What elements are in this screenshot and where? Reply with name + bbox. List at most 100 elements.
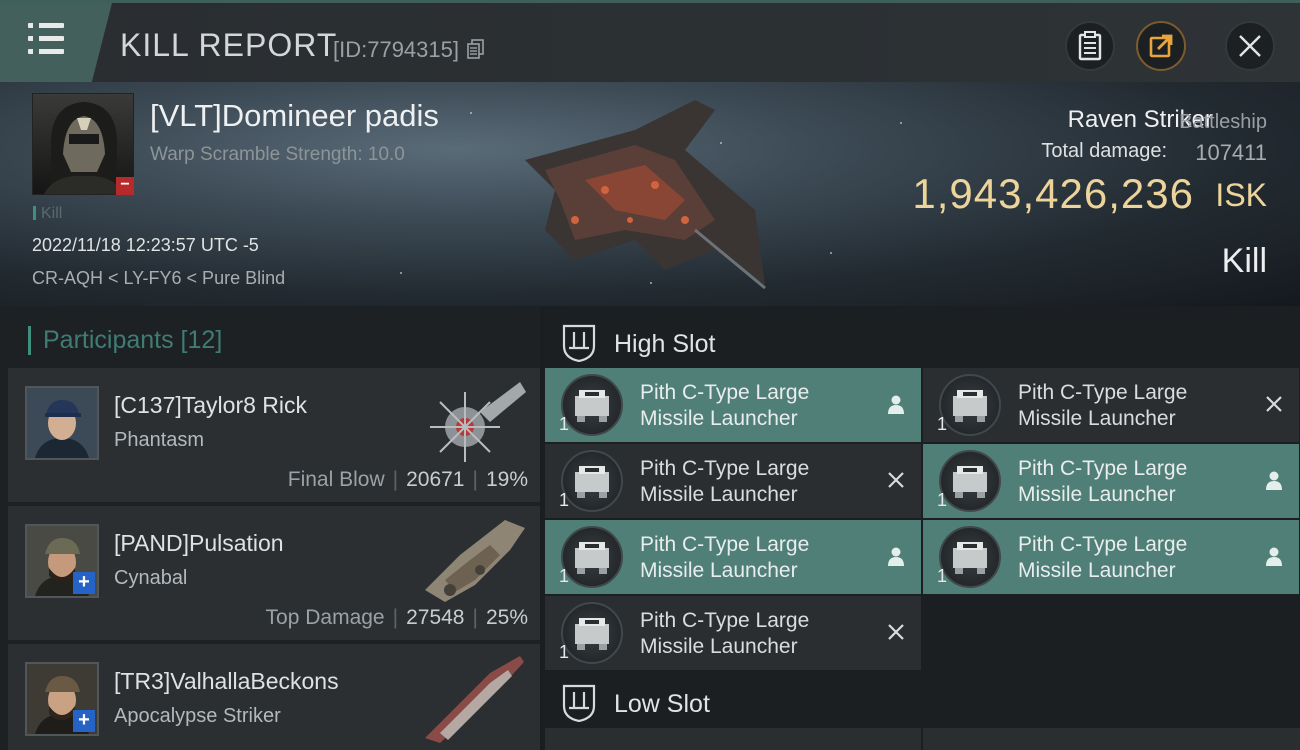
warp-scramble-strength: Warp Scramble Strength: 10.0	[150, 144, 405, 165]
fitting-panel: High Slot 1 Pith C-Type Large Missile Laun…	[545, 306, 1300, 750]
person-icon[interactable]	[885, 393, 907, 415]
victim-name[interactable]: [VLT]Domineer padis	[150, 98, 439, 134]
participants-header: Participants [12]	[28, 326, 222, 355]
module-quantity: 1	[559, 642, 570, 662]
module-name-line1: Pith C-Type Large	[640, 609, 810, 632]
slot-shield-icon	[562, 324, 596, 362]
module-name-line1: Pith C-Type Large	[1018, 457, 1188, 480]
total-damage-label: Total damage:	[1041, 140, 1167, 162]
victim-summary: − [VLT]Domineer padis Warp Scramble Stre…	[0, 82, 1300, 306]
module-card[interactable]: 1 Pith C-Type Large Missile Launcher	[545, 444, 921, 518]
module-quantity: 1	[937, 414, 948, 434]
close-icon	[1239, 35, 1261, 57]
participant-stats: Final Blow | 20671 | 19%	[287, 468, 528, 491]
module-name-line2: Missile Launcher	[640, 407, 798, 430]
report-id-text: [ID:7794315]	[333, 37, 459, 62]
share-button[interactable]	[1136, 21, 1186, 71]
person-icon[interactable]	[1263, 469, 1285, 491]
participant-plus-badge: +	[73, 710, 95, 732]
person-icon[interactable]	[885, 545, 907, 567]
module-quantity: 1	[559, 490, 570, 510]
participant-name[interactable]: [PAND]Pulsation	[114, 530, 284, 557]
participant-name[interactable]: [TR3]ValhallaBeckons	[114, 668, 339, 695]
share-icon	[1149, 34, 1173, 58]
high-slot-title: High Slot	[614, 330, 716, 358]
missile-launcher-icon	[561, 450, 623, 512]
participant-ship: Apocalypse Striker	[114, 705, 281, 727]
module-name-line2: Missile Launcher	[1018, 407, 1176, 430]
participant-percent: 25%	[485, 606, 528, 629]
module-card[interactable]: 1 Pith C-Type Large Missile Launcher	[923, 444, 1299, 518]
module-quantity: 1	[937, 566, 948, 586]
x-icon	[888, 472, 904, 488]
missile-launcher-icon	[939, 450, 1001, 512]
isk-unit: ISK	[1215, 177, 1267, 213]
total-damage-value: 107411	[1195, 140, 1267, 165]
participant-portrait[interactable]	[25, 386, 99, 460]
module-card[interactable]: 1 Pith C-Type Large Missile Launcher	[545, 368, 921, 442]
missile-launcher-icon	[939, 526, 1001, 588]
module-name-line2: Missile Launcher	[640, 635, 798, 658]
high-slot-header: High Slot	[545, 310, 1300, 370]
module-name-line1: Pith C-Type Large	[1018, 533, 1188, 556]
participant-card[interactable]: [C137]Taylor8 Rick Phantasm Final Blow |…	[8, 368, 540, 502]
header-bar: KILL REPORT [ID:7794315]	[0, 0, 1300, 82]
participant-card[interactable]: + [TR3]ValhallaBeckons Apocalypse Strike…	[8, 644, 540, 750]
kill-tag: Kill	[33, 205, 62, 223]
participant-role: Top Damage	[265, 606, 385, 629]
participant-card[interactable]: + [PAND]Pulsation Cynabal Top Damage | 2…	[8, 506, 540, 640]
victim-ship-image	[525, 100, 766, 290]
missile-launcher-icon	[939, 374, 1001, 436]
kill-timestamp: 2022/11/18 12:23:57 UTC -5	[32, 235, 259, 255]
module-name: Pith C-Type Large Missile Launcher	[1018, 380, 1248, 432]
kill-location[interactable]: CR-AQH < LY-FY6 < Pure Blind	[32, 268, 285, 289]
report-id[interactable]: [ID:7794315]	[333, 37, 485, 63]
slot-shield-icon	[562, 684, 596, 722]
module-card[interactable]: 1 Pith C-Type Large Missile Launcher	[923, 520, 1299, 594]
copy-icon[interactable]	[467, 39, 485, 59]
participant-role: Final Blow	[287, 468, 385, 491]
person-icon[interactable]	[1263, 545, 1285, 567]
participant-stats: Top Damage | 27548 | 25%	[265, 606, 528, 629]
module-quantity: 1	[559, 414, 570, 434]
menu-button[interactable]	[0, 3, 112, 82]
victim-minus-badge: −	[116, 177, 134, 195]
participant-percent: 19%	[485, 468, 528, 491]
participant-ship-image	[425, 520, 525, 602]
module-card[interactable]: 1 Pith C-Type Large Missile Launcher	[545, 596, 921, 670]
module-name-line1: Pith C-Type Large	[640, 533, 810, 556]
module-name: Pith C-Type Large Missile Launcher	[640, 456, 870, 508]
module-name-line2: Missile Launcher	[640, 483, 798, 506]
participants-panel: Participants [12] [C137]Taylor8 Rick Pha…	[0, 306, 540, 750]
participant-name[interactable]: [C137]Taylor8 Rick	[114, 392, 307, 419]
module-name-line1: Pith C-Type Large	[1018, 381, 1188, 404]
module-name: Pith C-Type Large Missile Launcher	[640, 380, 870, 432]
module-card[interactable]: 1 Pith C-Type Large Missile Launcher	[545, 520, 921, 594]
participant-damage: 20671	[406, 468, 465, 491]
isk-value: 1,943,426,236	[912, 170, 1194, 217]
ship-class: Battleship	[1179, 111, 1267, 133]
close-button[interactable]	[1225, 21, 1275, 71]
participant-ship-image	[430, 382, 526, 462]
missile-launcher-icon	[561, 602, 623, 664]
module-quantity: 1	[559, 566, 570, 586]
module-name: Pith C-Type Large Missile Launcher	[640, 532, 870, 584]
low-slot-module-partial[interactable]	[545, 728, 921, 750]
module-name: Pith C-Type Large Missile Launcher	[640, 608, 870, 660]
clipboard-icon	[1078, 31, 1102, 61]
low-slot-module-partial[interactable]	[923, 728, 1300, 750]
missile-launcher-icon	[561, 374, 623, 436]
participant-ship: Cynabal	[114, 567, 188, 589]
module-name-line2: Missile Launcher	[1018, 559, 1176, 582]
module-name-line1: Pith C-Type Large	[640, 381, 810, 404]
kill-result-label: Kill	[1221, 242, 1267, 280]
participant-ship-image	[425, 656, 524, 743]
x-icon	[1266, 396, 1282, 412]
module-card[interactable]: 1 Pith C-Type Large Missile Launcher	[923, 368, 1299, 442]
module-name: Pith C-Type Large Missile Launcher	[1018, 532, 1248, 584]
module-name: Pith C-Type Large Missile Launcher	[1018, 456, 1248, 508]
module-name-line1: Pith C-Type Large	[640, 457, 810, 480]
clipboard-button[interactable]	[1065, 21, 1115, 71]
module-name-line2: Missile Launcher	[1018, 483, 1176, 506]
participant-ship: Phantasm	[114, 429, 205, 451]
